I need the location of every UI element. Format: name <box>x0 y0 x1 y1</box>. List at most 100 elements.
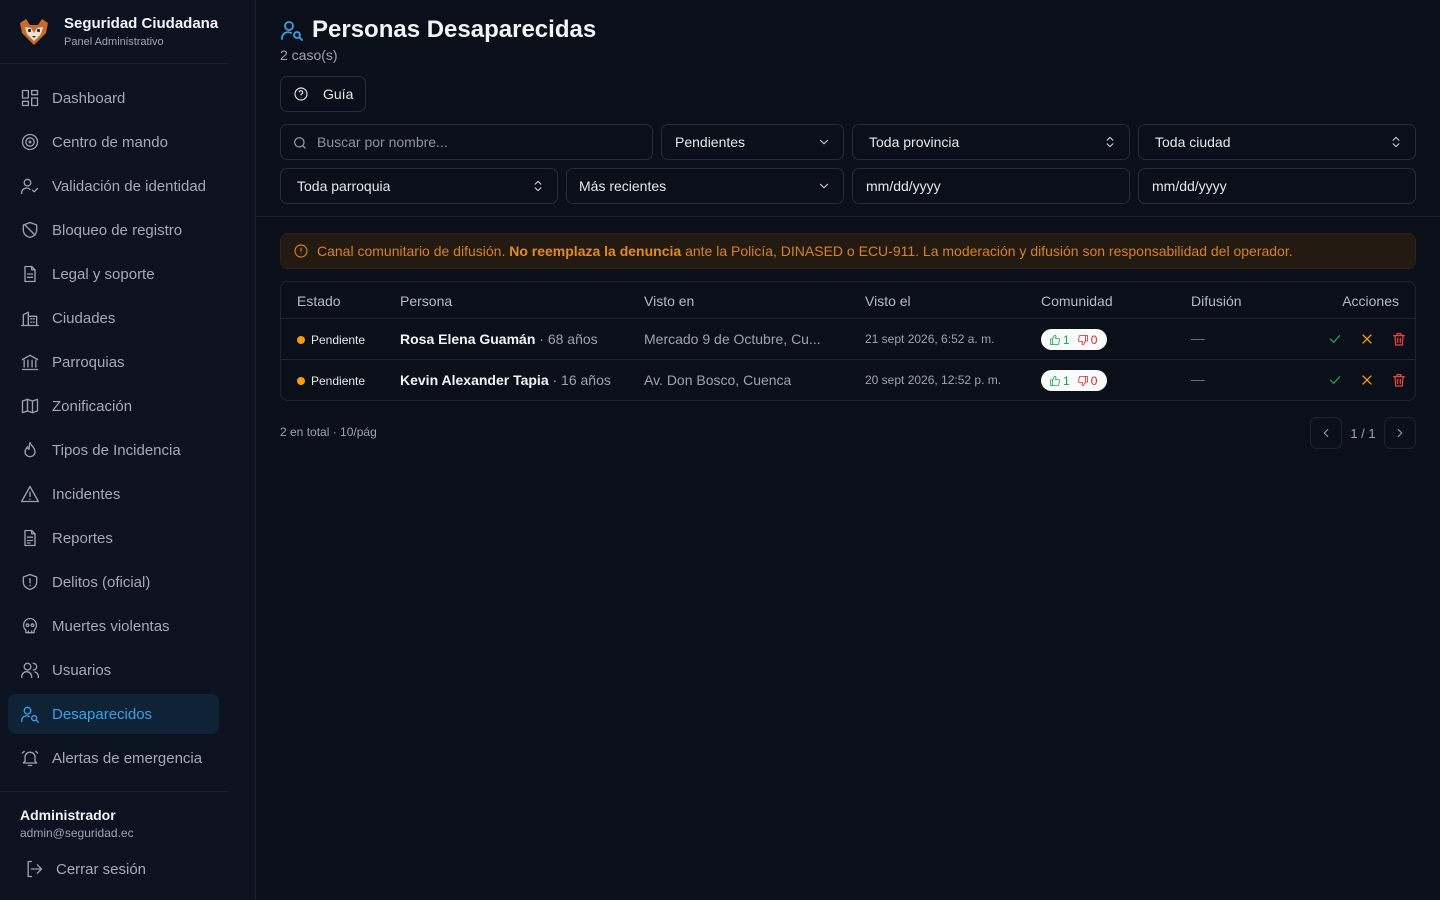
sidebar-item-label: Alertas de emergencia <box>52 749 203 767</box>
city-select[interactable]: Toda ciudad <box>1138 124 1416 160</box>
sidebar-item-label: Dashboard <box>52 89 126 107</box>
sidebar: Seguridad Ciudadana Panel Administrativo… <box>0 0 256 900</box>
table-row[interactable]: Pendiente Rosa Elena Guamán · 68 años Me… <box>281 319 1415 360</box>
parish-select[interactable]: Toda parroquia <box>280 168 558 204</box>
upvote-count: 1 <box>1063 332 1070 347</box>
sidebar-item-delitos[interactable]: Delitos (oficial) <box>8 562 219 602</box>
column-header-visto-en[interactable]: Visto en <box>644 293 694 309</box>
landmark-icon <box>21 354 39 371</box>
approve-icon[interactable] <box>1327 331 1343 347</box>
sidebar-item-muertes[interactable]: Muertes violentas <box>8 606 219 646</box>
sidebar-item-reportes[interactable]: Reportes <box>8 518 219 558</box>
status-dot <box>297 377 305 385</box>
flame-icon <box>24 441 36 458</box>
sidebar-item-label: Centro de mando <box>52 133 168 151</box>
document-icon <box>24 265 36 283</box>
sidebar-item-label: Ciudades <box>52 309 116 327</box>
chevrons-up-down-icon <box>1106 136 1114 148</box>
sidebar-item-parroquias[interactable]: Parroquias <box>8 342 219 382</box>
reject-icon[interactable] <box>1359 372 1375 388</box>
sidebar-item-label: Bloqueo de registro <box>52 221 183 239</box>
sidebar-item-label: Parroquias <box>52 353 125 371</box>
case-count: 2 caso(s) <box>280 47 338 63</box>
sidebar-item-label: Zonificación <box>52 397 133 415</box>
sort-select[interactable]: Más recientes <box>566 168 844 204</box>
community-votes: 1 0 <box>1041 370 1107 391</box>
sidebar-item-incidentes[interactable]: Incidentes <box>8 474 219 514</box>
reject-icon[interactable] <box>1359 331 1375 347</box>
search-icon <box>294 137 306 149</box>
sidebar-item-zonificacion[interactable]: Zonificación <box>8 386 219 426</box>
divider <box>256 216 1440 217</box>
pagination-info: 2 en total · 10/pág <box>280 425 377 439</box>
city-select-value: Toda ciudad <box>1155 134 1231 150</box>
disclaimer-banner: Canal comunitario de difusión. No reempl… <box>280 233 1416 269</box>
search-input[interactable] <box>317 134 617 150</box>
map-icon <box>21 398 39 414</box>
row-actions <box>1311 331 1407 347</box>
user-search-icon <box>281 21 303 41</box>
logo-icon <box>16 14 52 50</box>
status-badge: Pendiente <box>297 333 365 347</box>
page-title: Personas Desaparecidas <box>312 16 597 43</box>
sidebar-item-tipos-incidencia[interactable]: Tipos de Incidencia <box>8 430 219 470</box>
sidebar-nav: Dashboard Centro de mando Validación de … <box>8 78 219 782</box>
column-header-comunidad[interactable]: Comunidad <box>1041 293 1113 309</box>
column-header-persona[interactable]: Persona <box>400 293 452 309</box>
column-header-difusion[interactable]: Difusión <box>1191 293 1242 309</box>
seen-date: 21 sept 2026, 6:52 a. m. <box>865 332 995 346</box>
table-row[interactable]: Pendiente Kevin Alexander Tapia · 16 año… <box>281 360 1415 400</box>
column-header-estado[interactable]: Estado <box>297 293 341 309</box>
sidebar-item-usuarios[interactable]: Usuarios <box>8 650 219 690</box>
date-to-input[interactable]: mm/dd/yyyy <box>1138 168 1416 204</box>
shield-alert-icon <box>22 573 38 591</box>
date-from-value: mm/dd/yyyy <box>866 178 941 194</box>
chevron-right-icon <box>1397 428 1403 438</box>
user-check-icon <box>21 178 39 195</box>
brand[interactable]: Seguridad Ciudadana Panel Administrativo <box>0 0 228 64</box>
date-from-input[interactable]: mm/dd/yyyy <box>852 168 1130 204</box>
logout-button[interactable]: Cerrar sesión <box>24 859 228 879</box>
province-select[interactable]: Toda provincia <box>852 124 1130 160</box>
status-label: Pendiente <box>311 374 366 388</box>
delete-icon[interactable] <box>1391 331 1407 347</box>
bell-ring-icon <box>21 750 39 767</box>
person-age: · 68 años <box>535 331 598 347</box>
sidebar-item-dashboard[interactable]: Dashboard <box>8 78 219 118</box>
approve-icon[interactable] <box>1327 372 1343 388</box>
notice-text-post: ante la Policía, DINASED o ECU-911. La m… <box>681 243 1293 259</box>
person-cell[interactable]: Rosa Elena Guamán · 68 años <box>400 331 598 347</box>
status-badge: Pendiente <box>297 374 365 388</box>
sidebar-item-desaparecidos[interactable]: Desaparecidos <box>8 694 219 734</box>
person-cell[interactable]: Kevin Alexander Tapia · 16 años <box>400 372 611 388</box>
main-content: Personas Desaparecidas 2 caso(s) Guía Pe… <box>256 0 1440 900</box>
sidebar-item-legal[interactable]: Legal y soporte <box>8 254 219 294</box>
report-icon <box>24 529 36 547</box>
seen-place: Mercado 9 de Octubre, Cu... <box>644 331 821 347</box>
next-page-button[interactable] <box>1384 417 1416 449</box>
search-field[interactable] <box>280 124 653 160</box>
pagination: 1 / 1 <box>1310 417 1416 449</box>
delete-icon[interactable] <box>1391 372 1407 388</box>
sidebar-item-label: Legal y soporte <box>52 265 155 283</box>
guide-button[interactable]: Guía <box>280 76 366 112</box>
notice-text-pre: Canal comunitario de difusión. <box>317 243 510 259</box>
upvote-count: 1 <box>1063 373 1070 388</box>
logout-label: Cerrar sesión <box>56 860 147 878</box>
sidebar-item-bloqueo[interactable]: Bloqueo de registro <box>8 210 219 250</box>
prev-page-button[interactable] <box>1310 417 1342 449</box>
sidebar-item-ciudades[interactable]: Ciudades <box>8 298 219 338</box>
chevrons-up-down-icon <box>1392 136 1400 148</box>
column-header-visto-el[interactable]: Visto el <box>865 293 911 309</box>
user-panel: Administrador admin@seguridad.ec Cerrar … <box>0 791 228 879</box>
sidebar-item-label: Incidentes <box>52 485 121 503</box>
chevrons-up-down-icon <box>534 180 542 192</box>
status-dot <box>297 336 305 344</box>
status-label: Pendiente <box>311 333 366 347</box>
chevron-left-icon <box>1323 428 1329 438</box>
parish-select-value: Toda parroquia <box>297 178 391 194</box>
sidebar-item-centro-de-mando[interactable]: Centro de mando <box>8 122 219 162</box>
status-select[interactable]: Pendientes <box>661 124 844 160</box>
sidebar-item-alertas[interactable]: Alertas de emergencia <box>8 738 219 778</box>
sidebar-item-validacion[interactable]: Validación de identidad <box>8 166 219 206</box>
